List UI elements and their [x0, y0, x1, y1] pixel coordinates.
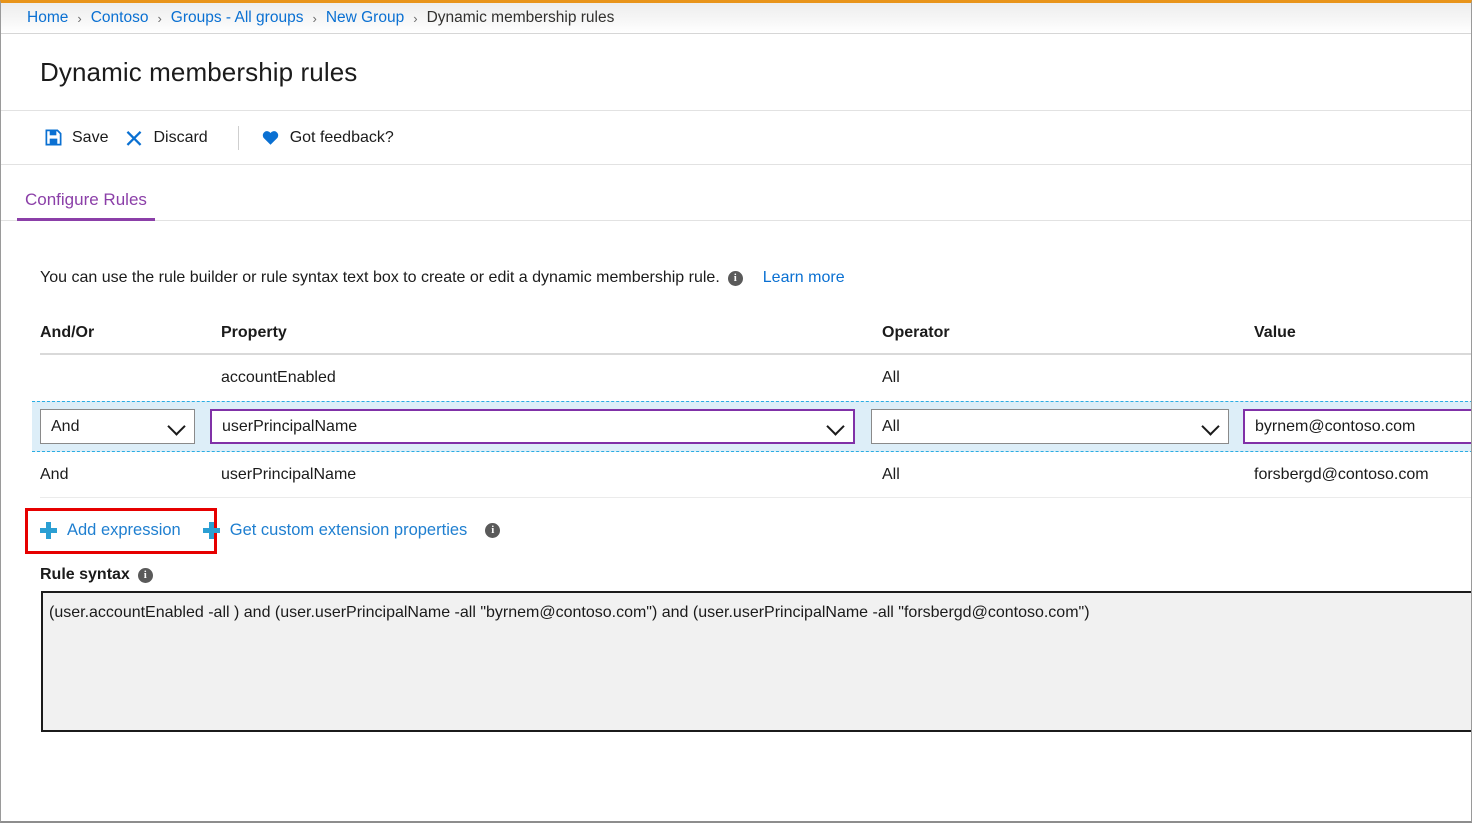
- operator-dropdown-value: All: [882, 418, 900, 436]
- command-bar: Save Discard Got feedback?: [1, 111, 1471, 165]
- plus-icon: [203, 522, 220, 539]
- breadcrumb-separator-icon: ›: [413, 12, 417, 25]
- add-expression-button[interactable]: Add expression: [40, 521, 181, 540]
- tab-configure-rules-label: Configure Rules: [25, 190, 147, 209]
- got-feedback-button[interactable]: Got feedback?: [255, 123, 404, 153]
- breadcrumb-item-contoso[interactable]: Contoso: [91, 9, 149, 27]
- plus-icon: [40, 522, 57, 539]
- chevron-down-icon: [826, 417, 844, 435]
- column-header-operator: Operator: [882, 324, 1254, 342]
- cell-operator: All: [882, 369, 1254, 387]
- discard-button-label: Discard: [153, 129, 207, 147]
- breadcrumb-item-new-group[interactable]: New Group: [326, 9, 404, 27]
- breadcrumb-item-groups-all-groups[interactable]: Groups - All groups: [171, 9, 304, 27]
- breadcrumb-separator-icon: ›: [157, 12, 161, 25]
- rule-syntax-textarea[interactable]: (user.accountEnabled -all ) and (user.us…: [41, 591, 1472, 732]
- save-floppy-icon: [43, 128, 63, 148]
- cell-value: forsbergd@contoso.com: [1254, 466, 1472, 484]
- info-icon[interactable]: i: [728, 271, 743, 286]
- learn-more-link[interactable]: Learn more: [763, 269, 845, 287]
- got-feedback-button-label: Got feedback?: [290, 129, 394, 147]
- column-header-property: Property: [221, 324, 882, 342]
- rule-syntax-label-row: Rule syntax i: [40, 566, 1471, 584]
- table-row-editing[interactable]: And userPrincipalName All byrnem@contoso…: [32, 401, 1472, 452]
- andor-dropdown[interactable]: And: [40, 409, 195, 444]
- page-title: Dynamic membership rules: [40, 57, 357, 88]
- description-row: You can use the rule builder or rule syn…: [1, 221, 1471, 287]
- description-text: You can use the rule builder or rule syn…: [40, 269, 720, 287]
- portal-blade: Home › Contoso › Groups - All groups › N…: [0, 0, 1472, 823]
- info-icon[interactable]: i: [485, 523, 500, 538]
- table-row[interactable]: accountEnabled All: [40, 355, 1471, 401]
- property-dropdown[interactable]: userPrincipalName: [210, 409, 855, 444]
- rule-actions-row: Add expression Get custom extension prop…: [40, 510, 1471, 550]
- tab-configure-rules[interactable]: Configure Rules: [17, 190, 155, 220]
- andor-dropdown-value: And: [51, 418, 79, 436]
- cell-property: userPrincipalName: [221, 466, 882, 484]
- discard-button[interactable]: Discard: [118, 123, 217, 153]
- breadcrumb-separator-icon: ›: [312, 12, 316, 25]
- column-header-value: Value: [1254, 324, 1472, 342]
- save-button-label: Save: [72, 129, 108, 147]
- tab-strip: Configure Rules: [1, 165, 1471, 221]
- value-input-text: byrnem@contoso.com: [1255, 418, 1415, 436]
- value-input[interactable]: byrnem@contoso.com: [1243, 409, 1472, 444]
- cell-operator: All: [882, 466, 1254, 484]
- table-row[interactable]: And userPrincipalName All forsbergd@cont…: [40, 452, 1471, 498]
- column-header-andor: And/Or: [40, 324, 221, 342]
- add-expression-label: Add expression: [67, 521, 181, 540]
- breadcrumb: Home › Contoso › Groups - All groups › N…: [1, 3, 1471, 34]
- chevron-down-icon: [1201, 417, 1219, 435]
- get-custom-extension-properties-button[interactable]: Get custom extension properties i: [203, 521, 501, 540]
- save-button[interactable]: Save: [37, 123, 118, 153]
- heart-icon: [261, 128, 281, 148]
- table-header-row: And/Or Property Operator Value: [40, 312, 1471, 355]
- operator-dropdown[interactable]: All: [871, 409, 1229, 444]
- breadcrumb-item-home[interactable]: Home: [27, 9, 68, 27]
- blade-title-bar: Dynamic membership rules: [1, 34, 1471, 111]
- info-icon[interactable]: i: [138, 568, 153, 583]
- property-dropdown-value: userPrincipalName: [222, 418, 357, 436]
- rules-table: And/Or Property Operator Value accountEn…: [40, 312, 1471, 498]
- blade-content: You can use the rule builder or rule syn…: [1, 221, 1471, 732]
- close-x-icon: [124, 128, 144, 148]
- get-custom-extension-properties-label: Get custom extension properties: [230, 521, 468, 540]
- cell-andor: And: [40, 466, 221, 484]
- breadcrumb-item-current: Dynamic membership rules: [427, 9, 615, 27]
- cell-property: accountEnabled: [221, 369, 882, 387]
- breadcrumb-separator-icon: ›: [77, 12, 81, 25]
- toolbar-divider: [238, 126, 239, 150]
- rule-syntax-label: Rule syntax: [40, 566, 130, 584]
- chevron-down-icon: [167, 417, 185, 435]
